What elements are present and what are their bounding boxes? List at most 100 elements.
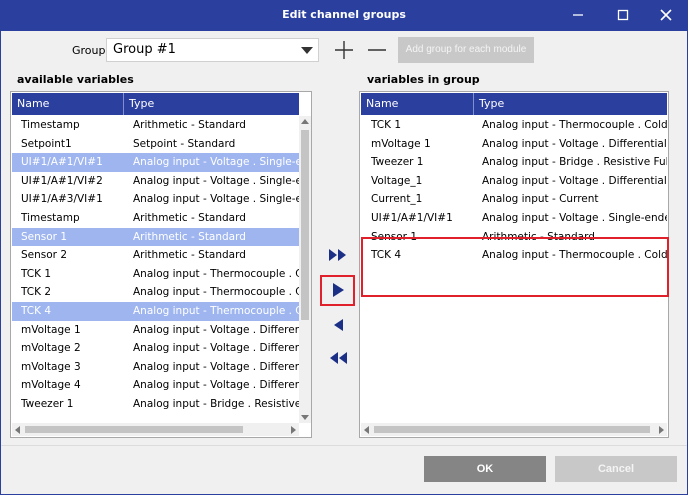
move-all-left-button[interactable]	[325, 347, 351, 369]
add-group-button[interactable]	[333, 39, 355, 61]
scroll-thumb[interactable]	[301, 130, 309, 320]
list-header: Name Type	[361, 93, 667, 115]
vertical-scrollbar[interactable]	[299, 116, 311, 423]
cell-name: UI#1/A#1/VI#1	[371, 211, 453, 224]
cell-type: Analog input - Voltage . Differential	[133, 342, 299, 355]
list-header: Name Type	[12, 93, 299, 115]
scroll-right-icon[interactable]	[659, 426, 664, 434]
maximize-icon	[617, 9, 629, 21]
table-row[interactable]: mVoltage 1 Analog input - Voltage . Diffe…	[12, 321, 299, 340]
cell-type: Analog input - Voltage . Differential	[133, 360, 299, 373]
minus-icon	[368, 49, 386, 51]
move-all-right-button[interactable]	[325, 244, 351, 266]
scroll-left-icon[interactable]	[364, 426, 369, 434]
table-row[interactable]: Sensor 2 Arithmetic - Standard	[12, 246, 299, 265]
column-header-type[interactable]: Type	[474, 93, 667, 115]
cell-type: Arithmetic - Standard	[133, 119, 246, 131]
cell-type: Analog input - Voltage . Differential	[133, 323, 299, 336]
minimize-button[interactable]	[566, 4, 590, 26]
variables-in-group-label: variables in group	[367, 73, 480, 86]
available-variables-list[interactable]: Name Type Timestamp Arithmetic - Standard…	[10, 91, 312, 438]
cell-type: Analog input - Thermocouple . Cold-Junct…	[482, 119, 667, 131]
cell-type: Analog input - Voltage . Single-ended	[133, 174, 299, 187]
table-row[interactable]: Timestamp Arithmetic - Standard	[12, 116, 299, 135]
add-group-each-module-button[interactable]: Add group for each module	[398, 37, 534, 63]
cancel-button[interactable]: Cancel	[555, 456, 677, 482]
column-header-name[interactable]: Name	[12, 93, 124, 115]
cell-type: Analog input - Thermocouple . Cold-Junct…	[133, 267, 299, 280]
table-row[interactable]: Voltage_1 Analog input - Voltage . Differ…	[361, 172, 667, 191]
group-label: Group	[72, 44, 106, 57]
remove-group-button[interactable]	[366, 39, 388, 61]
arrow-left-icon	[334, 319, 343, 331]
dropdown-arrow-icon[interactable]	[301, 47, 313, 54]
scroll-thumb[interactable]	[374, 426, 650, 433]
cell-name: UI#1/A#1/VI#1	[21, 156, 103, 169]
scroll-right-icon[interactable]	[291, 426, 296, 434]
cell-name: mVoltage 1	[371, 137, 431, 150]
cell-type: Analog input - Voltage . Single-ended	[133, 156, 299, 169]
added-items-highlight	[361, 237, 669, 297]
group-select[interactable]: Group #1	[106, 38, 319, 62]
plus-icon	[335, 41, 353, 59]
dialog-body: Group Group #1 Add group for each module…	[1, 31, 687, 494]
table-row[interactable]: Tweezer 1 Analog input - Bridge . Resisti…	[12, 395, 299, 414]
close-icon	[660, 9, 672, 21]
cell-type: Analog input - Voltage . Differential	[482, 137, 667, 150]
cell-name: Setpoint1	[21, 137, 72, 150]
cell-name: Tweezer 1	[371, 156, 424, 169]
horizontal-scrollbar[interactable]	[12, 423, 299, 436]
table-row[interactable]: TCK 1 Analog input - Thermocouple . Cold-…	[12, 265, 299, 284]
table-row[interactable]: mVoltage 4 Analog input - Voltage . Diffe…	[12, 376, 299, 395]
cell-type: Arithmetic - Standard	[133, 230, 246, 243]
cell-type: Analog input - Voltage . Differential	[482, 174, 667, 187]
dialog-footer: OK Cancel	[1, 445, 687, 494]
cell-type: Setpoint - Standard	[133, 137, 236, 150]
table-row[interactable]: TCK 4 Analog input - Thermocouple . Cold-…	[12, 301, 299, 321]
cell-name: mVoltage 1	[21, 323, 81, 336]
maximize-button[interactable]	[611, 4, 635, 26]
scroll-left-icon[interactable]	[15, 426, 20, 434]
cell-name: Tweezer 1	[21, 397, 74, 410]
table-row[interactable]: TCK 1 Analog input - Thermocouple . Cold-…	[361, 116, 667, 135]
cell-name: Voltage_1	[371, 174, 423, 187]
table-row[interactable]: Setpoint1 Setpoint - Standard	[12, 135, 299, 154]
column-header-type[interactable]: Type	[124, 93, 299, 115]
move-left-button[interactable]	[325, 314, 351, 336]
table-row[interactable]: UI#1/A#1/VI#1 Analog input - Voltage . Si…	[12, 153, 299, 172]
table-row[interactable]: UI#1/A#1/VI#2 Analog input - Voltage . Si…	[12, 172, 299, 191]
table-row[interactable]: Current_1 Analog input - Current	[361, 190, 667, 209]
table-row[interactable]: mVoltage 2 Analog input - Voltage . Diffe…	[12, 339, 299, 358]
cell-name: Current_1	[371, 193, 423, 206]
table-row[interactable]: Sensor 1 Arithmetic - Standard	[12, 227, 299, 247]
cell-name: TCK 1	[21, 267, 52, 280]
group-select-value: Group #1	[113, 42, 176, 57]
table-row[interactable]: Timestamp Arithmetic - Standard	[12, 209, 299, 228]
cell-name: Timestamp	[21, 211, 80, 224]
column-header-name[interactable]: Name	[361, 93, 474, 115]
table-row[interactable]: mVoltage 3 Analog input - Voltage . Diffe…	[12, 358, 299, 377]
ok-button[interactable]: OK	[424, 456, 546, 482]
cell-type: Analog input - Voltage . Differential	[133, 379, 299, 392]
cell-name: mVoltage 2	[21, 342, 81, 355]
cell-name: Timestamp	[21, 119, 80, 131]
available-rows: Timestamp Arithmetic - Standard Setpoint1 S…	[12, 116, 299, 423]
cell-name: TCK 2	[21, 286, 52, 299]
scroll-down-icon[interactable]	[301, 415, 309, 420]
title-bar: Edit channel groups	[0, 0, 688, 31]
cell-name: Sensor 2	[21, 249, 68, 262]
double-arrow-right-icon	[329, 249, 346, 261]
cell-name: UI#1/A#3/VI#1	[21, 193, 103, 206]
table-row[interactable]: UI#1/A#1/VI#1 Analog input - Voltage . Si…	[361, 209, 667, 228]
table-row[interactable]: UI#1/A#3/VI#1 Analog input - Voltage . Si…	[12, 190, 299, 209]
cell-type: Analog input - Thermocouple . Cold-Junct…	[133, 286, 299, 299]
cell-type: Analog input - Current	[482, 193, 599, 206]
close-button[interactable]	[654, 4, 678, 26]
table-row[interactable]: mVoltage 1 Analog input - Voltage . Diffe…	[361, 135, 667, 154]
scroll-thumb[interactable]	[25, 426, 243, 433]
move-right-highlight	[320, 275, 355, 306]
table-row[interactable]: Tweezer 1 Analog input - Bridge . Resisti…	[361, 153, 667, 172]
horizontal-scrollbar[interactable]	[361, 423, 667, 436]
table-row[interactable]: TCK 2 Analog input - Thermocouple . Cold-…	[12, 283, 299, 302]
scroll-up-icon[interactable]	[301, 119, 309, 124]
